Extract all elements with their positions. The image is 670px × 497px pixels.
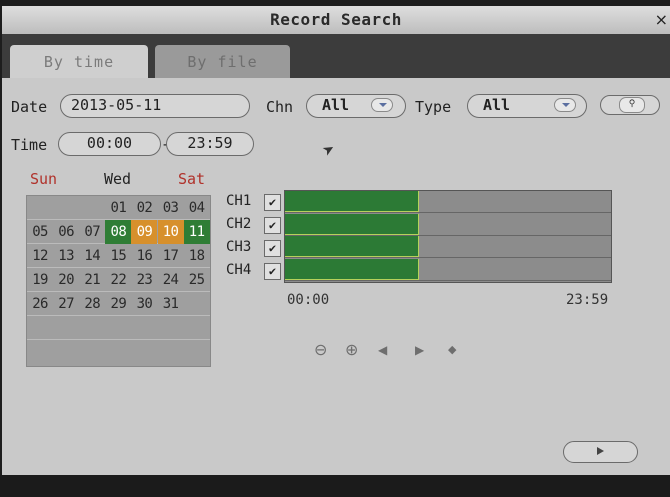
title-bar: Record Search × bbox=[2, 6, 670, 34]
calendar-day[interactable]: 19 bbox=[27, 268, 53, 292]
calendar-day[interactable]: 17 bbox=[158, 244, 184, 268]
window-title: Record Search bbox=[270, 10, 402, 29]
chevron-down-icon[interactable] bbox=[371, 98, 393, 112]
channel-select[interactable]: All bbox=[306, 94, 406, 118]
calendar-day[interactable]: 10 bbox=[157, 220, 184, 244]
next-icon[interactable]: ▶ bbox=[415, 343, 424, 357]
timeline-end: 23:59 bbox=[566, 292, 609, 308]
calendar-day[interactable]: 07 bbox=[79, 220, 105, 244]
calendar-day[interactable]: 08 bbox=[105, 220, 132, 244]
prev-icon[interactable]: ◀ bbox=[378, 343, 387, 357]
recording-segment[interactable] bbox=[285, 236, 419, 257]
channel-checkbox[interactable]: ✔ bbox=[264, 194, 281, 211]
calendar-day[interactable]: 22 bbox=[105, 268, 131, 292]
calendar-day[interactable]: 02 bbox=[131, 196, 157, 220]
time-from-value: 00:00 bbox=[86, 134, 133, 152]
time-label: Time bbox=[11, 136, 48, 154]
calendar-week-row: 26 27 28 29 30 31 bbox=[27, 292, 210, 316]
calendar-day[interactable]: 15 bbox=[105, 244, 131, 268]
chn-label: Chn bbox=[266, 98, 294, 116]
type-select[interactable]: All bbox=[467, 94, 587, 118]
zoom-out-icon[interactable]: ⊖ bbox=[314, 340, 327, 359]
type-value: All bbox=[483, 96, 511, 114]
calendar-week-row: 05 06 07 08 09 10 11 bbox=[27, 220, 210, 244]
timeline-row bbox=[285, 213, 611, 236]
play-icon bbox=[597, 447, 604, 455]
calendar-day[interactable]: 27 bbox=[53, 292, 79, 316]
time-from-field[interactable]: 00:00 bbox=[58, 132, 161, 156]
calendar-day[interactable]: 28 bbox=[79, 292, 105, 316]
timeline-row bbox=[285, 258, 611, 281]
calendar-day[interactable]: 12 bbox=[27, 244, 53, 268]
calendar-day[interactable]: 23 bbox=[131, 268, 157, 292]
calendar-day[interactable]: 16 bbox=[131, 244, 157, 268]
date-label: Date bbox=[11, 98, 48, 116]
channel-value: All bbox=[322, 96, 350, 114]
calendar-day[interactable]: 25 bbox=[184, 268, 210, 292]
calendar-day[interactable]: 18 bbox=[184, 244, 210, 268]
channel-label: CH1 bbox=[226, 193, 252, 209]
calendar-week-row: 01 02 03 04 bbox=[27, 196, 210, 220]
record-search-window: Record Search × By time By file Date 201… bbox=[0, 0, 670, 497]
record-timeline[interactable] bbox=[284, 190, 612, 283]
calendar-day[interactable]: 06 bbox=[53, 220, 79, 244]
tab-by-time[interactable]: By time bbox=[10, 45, 148, 79]
timeline-row bbox=[285, 191, 611, 213]
date-field[interactable]: 2013-05-11 bbox=[60, 94, 250, 118]
time-to-field[interactable]: 23:59 bbox=[166, 132, 254, 156]
close-icon[interactable]: × bbox=[655, 10, 668, 29]
recording-segment[interactable] bbox=[285, 191, 419, 212]
calendar-day[interactable]: 09 bbox=[131, 220, 158, 244]
calendar-day[interactable]: 11 bbox=[183, 220, 210, 244]
calendar-day[interactable]: 03 bbox=[158, 196, 184, 220]
calendar-day[interactable]: 26 bbox=[27, 292, 53, 316]
search-icon: ⚲ bbox=[619, 97, 645, 113]
channel-label: CH4 bbox=[226, 262, 252, 278]
locate-icon[interactable]: ◆ bbox=[448, 343, 456, 356]
calendar-day[interactable]: 14 bbox=[79, 244, 105, 268]
calendar-day[interactable]: 20 bbox=[53, 268, 79, 292]
calendar-week-row bbox=[27, 316, 210, 340]
recording-segment[interactable] bbox=[285, 258, 419, 280]
play-button[interactable] bbox=[563, 441, 638, 463]
tab-by-file[interactable]: By file bbox=[155, 45, 290, 79]
calendar-day[interactable]: 30 bbox=[131, 292, 157, 316]
timeline-start: 00:00 bbox=[287, 292, 330, 308]
zoom-in-icon[interactable]: ⊕ bbox=[345, 340, 358, 359]
search-button[interactable]: ⚲ bbox=[600, 95, 660, 115]
channel-label: CH3 bbox=[226, 239, 252, 255]
time-to-value: 23:59 bbox=[187, 134, 233, 152]
calendar-day[interactable]: 01 bbox=[105, 196, 131, 220]
weekday-wed: Wed bbox=[104, 170, 132, 188]
calendar-day[interactable]: 24 bbox=[158, 268, 184, 292]
calendar-day[interactable]: 31 bbox=[158, 292, 184, 316]
calendar: 01 02 03 04 05 06 07 08 09 10 11 12 13 14 15 16 17 18 19 20… bbox=[26, 195, 211, 367]
calendar-day[interactable]: 29 bbox=[105, 292, 131, 316]
weekday-sat: Sat bbox=[178, 170, 206, 188]
date-value: 2013-05-11 bbox=[71, 96, 162, 114]
weekday-sun: Sun bbox=[30, 170, 58, 188]
calendar-day[interactable]: 05 bbox=[27, 220, 53, 244]
calendar-week-row: 12 13 14 15 16 17 18 bbox=[27, 244, 210, 268]
channel-checkbox[interactable]: ✔ bbox=[264, 240, 281, 257]
recording-segment[interactable] bbox=[285, 213, 419, 235]
type-label: Type bbox=[415, 98, 452, 116]
channel-checkbox[interactable]: ✔ bbox=[264, 263, 281, 280]
calendar-day[interactable]: 04 bbox=[184, 196, 210, 220]
calendar-week-row: 19 20 21 22 23 24 25 bbox=[27, 268, 210, 292]
channel-checkbox[interactable]: ✔ bbox=[264, 217, 281, 234]
calendar-day[interactable]: 13 bbox=[53, 244, 79, 268]
chevron-down-icon[interactable] bbox=[554, 98, 576, 112]
calendar-day[interactable]: 21 bbox=[79, 268, 105, 292]
bottom-bar bbox=[0, 475, 670, 497]
channel-label: CH2 bbox=[226, 216, 252, 232]
timeline-row bbox=[285, 236, 611, 258]
